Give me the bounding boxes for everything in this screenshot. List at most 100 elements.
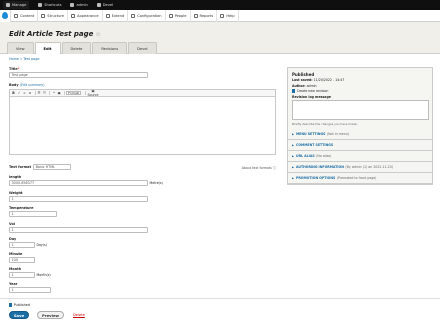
- drupal-logo[interactable]: [0, 9, 11, 22]
- text-format-select[interactable]: Basic HTML: [33, 164, 72, 170]
- admin-menu-help[interactable]: Help: [217, 9, 239, 22]
- toolbar-item-devel[interactable]: Devel: [96, 3, 113, 7]
- weight-label: Weight: [9, 191, 23, 195]
- unlink-button[interactable]: ⊘: [28, 91, 33, 95]
- section-summary: (No alias): [316, 154, 332, 158]
- tab-edit[interactable]: Edit: [34, 42, 61, 54]
- image-button[interactable]: ▣: [57, 91, 62, 95]
- text-format-row: Text format Basic HTML About text format…: [9, 164, 276, 170]
- sidebar-section-menu-settings[interactable]: ▶ MENU SETTINGS (Not in menu): [287, 129, 433, 140]
- blockquote-button[interactable]: ❝: [51, 91, 56, 95]
- toolbar-divider: [84, 90, 86, 95]
- title-input[interactable]: Test page: [9, 72, 148, 78]
- length-input[interactable]: 3000.656377: [9, 180, 148, 186]
- admin-menu-extend[interactable]: Extend: [103, 9, 129, 22]
- sidebar-section-comment-settings[interactable]: ▶ COMMENT SETTINGS: [287, 140, 433, 151]
- revision-log-label: Revision log message: [292, 95, 331, 99]
- italic-button[interactable]: I: [17, 91, 22, 95]
- content-icon: [14, 13, 18, 18]
- day-label: Day: [9, 237, 17, 241]
- toolbar-divider: [49, 90, 50, 95]
- month-label: Month: [9, 267, 22, 271]
- bulleted-list-button[interactable]: ☰: [37, 91, 42, 95]
- temperature-input[interactable]: 1: [9, 211, 57, 217]
- admin-menu-label: Reports: [199, 13, 214, 18]
- toolbar-item-admin[interactable]: admin: [70, 3, 88, 7]
- numbered-list-button[interactable]: ☷: [42, 91, 47, 95]
- published-row: Published: [9, 303, 30, 307]
- admin-menu-configuration[interactable]: Configuration: [128, 9, 166, 22]
- page-header: Edit Article Test page ☆ View Edit Delete…: [0, 22, 440, 54]
- vol-input[interactable]: 1: [9, 227, 148, 233]
- day-unit: Day(s): [36, 243, 47, 247]
- revision-log-textarea[interactable]: [292, 100, 429, 120]
- sidebar-section-url-alias[interactable]: ▶ URL ALIAS (No alias): [287, 151, 433, 162]
- new-revision-row: Create new revision: [292, 89, 328, 93]
- section-title: PROMOTION OPTIONS: [296, 176, 336, 180]
- weight-input[interactable]: 1: [9, 196, 148, 202]
- admin-menu-structure[interactable]: Structure: [38, 9, 69, 22]
- last-saved-value: 11/20/2022 - 14:47: [313, 78, 345, 82]
- link-button[interactable]: ∞: [22, 91, 27, 95]
- section-title: URL ALIAS: [296, 154, 315, 158]
- admin-menu-reports[interactable]: Reports: [191, 9, 218, 22]
- required-marker: *: [17, 67, 20, 71]
- minute-input[interactable]: 100: [9, 257, 35, 263]
- day-input[interactable]: 1: [9, 242, 35, 248]
- top-toolbar: Manage Shortcuts admin Devel: [0, 0, 440, 10]
- bold-button[interactable]: B: [11, 91, 16, 95]
- edit-summary-link[interactable]: (Edit summary): [20, 83, 45, 87]
- toolbar-divider: [34, 90, 36, 95]
- wrench-icon: [131, 13, 136, 18]
- tab-revisions[interactable]: Revisions: [92, 42, 128, 54]
- source-button[interactable]: ▣ Source: [87, 89, 99, 97]
- year-input[interactable]: 1: [9, 287, 51, 293]
- drupal-drop-icon: [2, 12, 8, 19]
- toolbar-item-manage[interactable]: Manage: [3, 1, 30, 9]
- page-title: Edit Article Test page ☆: [9, 30, 101, 38]
- admin-menu-content[interactable]: Content: [11, 9, 39, 22]
- sidebar-section-promotion-options[interactable]: ▶ PROMOTION OPTIONS (Promoted to front p…: [287, 173, 433, 184]
- tab-delete[interactable]: Delete: [61, 42, 92, 54]
- month-input[interactable]: 1: [9, 272, 35, 278]
- extend-icon: [105, 13, 110, 18]
- author-label: Author:: [292, 84, 306, 88]
- text-format-help-link[interactable]: About text formats ⓘ: [242, 165, 276, 170]
- sidebar-section-authoring-information[interactable]: ▶ AUTHORING INFORMATION (By admin (1) on…: [287, 162, 433, 173]
- preview-button[interactable]: Preview: [37, 311, 64, 319]
- day-row: 1 Day(s): [9, 242, 47, 248]
- admin-menu-appearance[interactable]: Appearance: [68, 9, 103, 22]
- form-divider: [0, 298, 440, 299]
- admin-menu-label: Configuration: [137, 13, 162, 18]
- title-field: Title*: [9, 67, 19, 71]
- breadcrumb[interactable]: Home » Test page: [9, 57, 39, 61]
- gear-icon: [96, 3, 101, 7]
- save-button[interactable]: Save: [9, 311, 29, 319]
- section-summary: (Not in menu): [326, 132, 350, 136]
- author-value: admin: [306, 84, 317, 88]
- shortcut-star-icon[interactable]: ☆: [95, 31, 100, 38]
- new-revision-checkbox[interactable]: [292, 89, 296, 93]
- tab-devel[interactable]: Devel: [128, 42, 157, 54]
- expand-triangle-icon: ▶: [292, 165, 294, 169]
- reports-icon: [193, 13, 198, 18]
- body-editor[interactable]: B I ∞ ⊘ ☰ ☷ ❝ ▣ Format ▣ Source: [9, 89, 276, 155]
- last-saved-row: Last saved: 11/20/2022 - 14:47: [292, 78, 344, 82]
- published-checkbox[interactable]: [9, 303, 13, 307]
- title-label: Title: [9, 67, 18, 71]
- published-label: Published: [13, 303, 31, 307]
- toolbar-item-shortcuts[interactable]: Shortcuts: [38, 3, 61, 7]
- temperature-label: Temperature: [9, 206, 34, 210]
- admin-menu-people[interactable]: People: [166, 9, 191, 22]
- delete-link[interactable]: Delete: [73, 313, 85, 317]
- tab-view[interactable]: View: [7, 42, 34, 54]
- length-row: 3000.656377 Metre(s): [9, 180, 163, 186]
- editor-toolbar: B I ∞ ⊘ ☰ ☷ ❝ ▣ Format ▣ Source: [10, 89, 275, 97]
- help-icon: [220, 13, 225, 18]
- structure-icon: [41, 13, 46, 18]
- last-saved-label: Last saved:: [292, 78, 313, 82]
- format-select[interactable]: Format: [65, 90, 82, 95]
- appearance-icon: [71, 13, 76, 18]
- text-format-label: Text format: [9, 165, 32, 169]
- year-label: Year: [9, 282, 18, 286]
